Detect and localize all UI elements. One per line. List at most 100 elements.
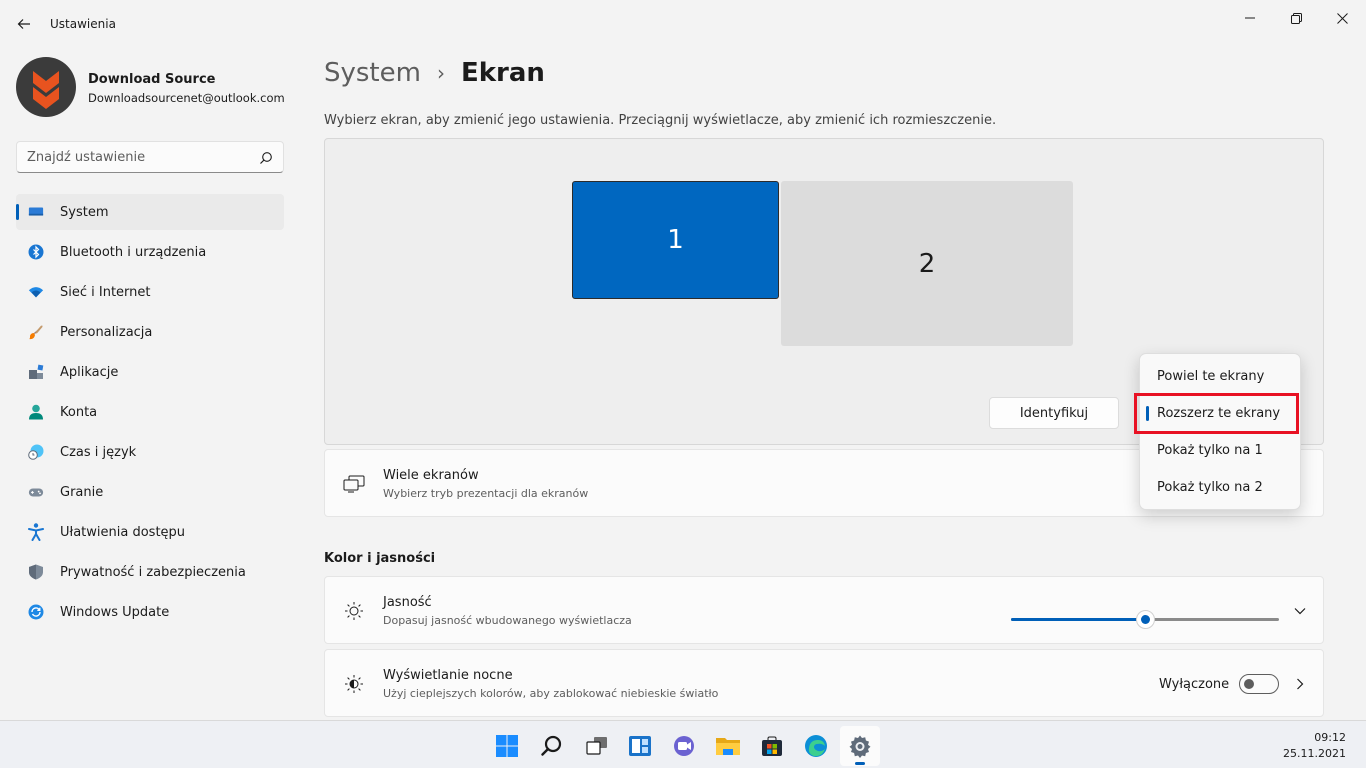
identify-button[interactable]: Identyfikuj (989, 397, 1119, 429)
sidebar-item-privacy[interactable]: Prywatność i zabezpieczenia (16, 554, 284, 590)
download-source-logo-icon (33, 71, 59, 109)
night-light-state-label: Wyłączone (1159, 677, 1230, 692)
minimize-button[interactable] (1227, 4, 1273, 32)
minimize-icon (1245, 17, 1255, 19)
clock-globe-icon (28, 444, 44, 460)
profile-email: Downloadsourcenet@outlook.com (88, 91, 285, 105)
sidebar-item-label: Konta (60, 404, 98, 420)
brightness-card: Jasność Dopasuj jasność wbudowanego wyśw… (324, 576, 1324, 644)
sidebar-item-label: Czas i język (60, 444, 137, 460)
clock-time: 09:12 (1314, 731, 1346, 744)
dropdown-option-extend[interactable]: Rozszerz te ekrany (1144, 397, 1298, 429)
night-light-toggle[interactable] (1239, 674, 1279, 694)
restore-icon (1290, 12, 1302, 24)
search-icon[interactable] (259, 150, 273, 169)
update-icon (28, 604, 44, 620)
monitor-1[interactable]: 1 (572, 181, 779, 299)
slider-fill (1011, 618, 1145, 621)
back-arrow-icon (17, 19, 30, 29)
sidebar-item-bluetooth[interactable]: Bluetooth i urządzenia (16, 234, 284, 270)
search-icon (541, 735, 562, 756)
display-instructions: Wybierz ekran, aby zmienić jego ustawien… (324, 113, 997, 128)
close-button[interactable] (1319, 4, 1365, 32)
restore-button[interactable] (1273, 4, 1319, 32)
sidebar-item-network[interactable]: Sieć i Internet (16, 274, 284, 310)
sidebar-nav: System Bluetooth i urządzenia Sieć i Int… (16, 194, 284, 634)
apps-icon (28, 364, 44, 380)
sidebar-item-label: Windows Update (60, 604, 170, 620)
sidebar-item-label: Granie (60, 484, 104, 500)
widgets-button[interactable] (620, 726, 660, 766)
sidebar-item-label: Sieć i Internet (60, 284, 151, 300)
night-light-open-button[interactable] (1290, 674, 1310, 694)
back-button[interactable] (10, 10, 38, 38)
night-light-card[interactable]: Wyświetlanie nocne Użyj cieplejszych kol… (324, 649, 1324, 717)
start-button[interactable] (487, 726, 527, 766)
store-button[interactable] (752, 726, 792, 766)
night-light-description: Użyj cieplejszych kolorów, aby zablokowa… (383, 687, 719, 700)
task-view-button[interactable] (577, 726, 617, 766)
search-input[interactable] (17, 142, 247, 172)
night-light-title: Wyświetlanie nocne (383, 668, 513, 683)
sidebar-item-accounts[interactable]: Konta (16, 394, 284, 430)
edge-icon (805, 735, 827, 757)
windows-start-icon (496, 735, 518, 757)
chat-button[interactable] (664, 726, 704, 766)
sidebar-item-label: Ułatwienia dostępu (60, 524, 186, 540)
avatar[interactable] (16, 57, 76, 117)
file-explorer-icon (716, 738, 740, 755)
sidebar-item-windows-update[interactable]: Windows Update (16, 594, 284, 630)
accessibility-icon (28, 523, 44, 541)
taskbar-search-button[interactable] (532, 726, 572, 766)
sidebar-item-label: System (60, 204, 109, 220)
chevron-right-icon (1297, 678, 1304, 690)
sidebar-item-time-language[interactable]: Czas i język (16, 434, 284, 470)
breadcrumb: System › Ekran (324, 58, 545, 88)
brightness-expand-button[interactable] (1290, 601, 1310, 621)
brightness-title: Jasność (383, 595, 432, 610)
sidebar-item-label: Bluetooth i urządzenia (60, 244, 207, 260)
close-icon (1336, 12, 1348, 24)
sidebar-item-gaming[interactable]: Granie (16, 474, 284, 510)
gamepad-icon (28, 484, 44, 500)
breadcrumb-parent[interactable]: System (324, 58, 421, 88)
sidebar-item-apps[interactable]: Aplikacje (16, 354, 284, 390)
sidebar-item-label: Aplikacje (60, 364, 119, 380)
search-box[interactable] (16, 141, 284, 173)
dropdown-option-only-1[interactable]: Pokaż tylko na 1 (1144, 434, 1298, 466)
profile-name: Download Source (88, 72, 216, 87)
edge-button[interactable] (796, 726, 836, 766)
sidebar-item-label: Personalizacja (60, 324, 153, 340)
chevron-down-icon (1294, 608, 1306, 615)
multiple-displays-title: Wiele ekranów (383, 468, 479, 483)
sidebar-item-label: Prywatność i zabezpieczenia (60, 564, 246, 580)
title-bar: Ustawienia (0, 0, 1366, 48)
brightness-sun-icon (343, 600, 365, 622)
display-mode-dropdown: Powiel te ekrany Rozszerz te ekrany Poka… (1139, 353, 1301, 510)
multiple-displays-description: Wybierz tryb prezentacji dla ekranów (383, 487, 589, 500)
sidebar-item-personalization[interactable]: Personalizacja (16, 314, 284, 350)
task-view-icon (586, 737, 607, 755)
sidebar-item-accessibility[interactable]: Ułatwienia dostępu (16, 514, 284, 550)
file-explorer-button[interactable] (708, 726, 748, 766)
widgets-icon (629, 736, 651, 756)
sidebar-item-system[interactable]: System (16, 194, 284, 230)
taskbar-clock[interactable]: 09:12 25.11.2021 (1283, 730, 1346, 762)
brightness-slider[interactable] (1011, 609, 1279, 629)
slider-thumb[interactable] (1136, 610, 1155, 629)
bluetooth-icon (28, 244, 44, 260)
teams-chat-icon (674, 736, 694, 756)
taskbar: 09:12 25.11.2021 (0, 720, 1366, 768)
monitor-2[interactable]: 2 (781, 181, 1073, 346)
page-title: Ekran (460, 58, 545, 88)
shield-icon (28, 564, 44, 580)
brush-icon (28, 324, 44, 340)
wifi-icon (28, 284, 44, 300)
multiple-displays-icon (343, 473, 365, 495)
display-icon (28, 204, 44, 220)
dropdown-option-duplicate[interactable]: Powiel te ekrany (1144, 360, 1298, 392)
store-icon (762, 736, 782, 756)
night-light-icon (343, 673, 365, 695)
dropdown-option-only-2[interactable]: Pokaż tylko na 2 (1144, 471, 1298, 503)
settings-button[interactable] (840, 726, 880, 766)
